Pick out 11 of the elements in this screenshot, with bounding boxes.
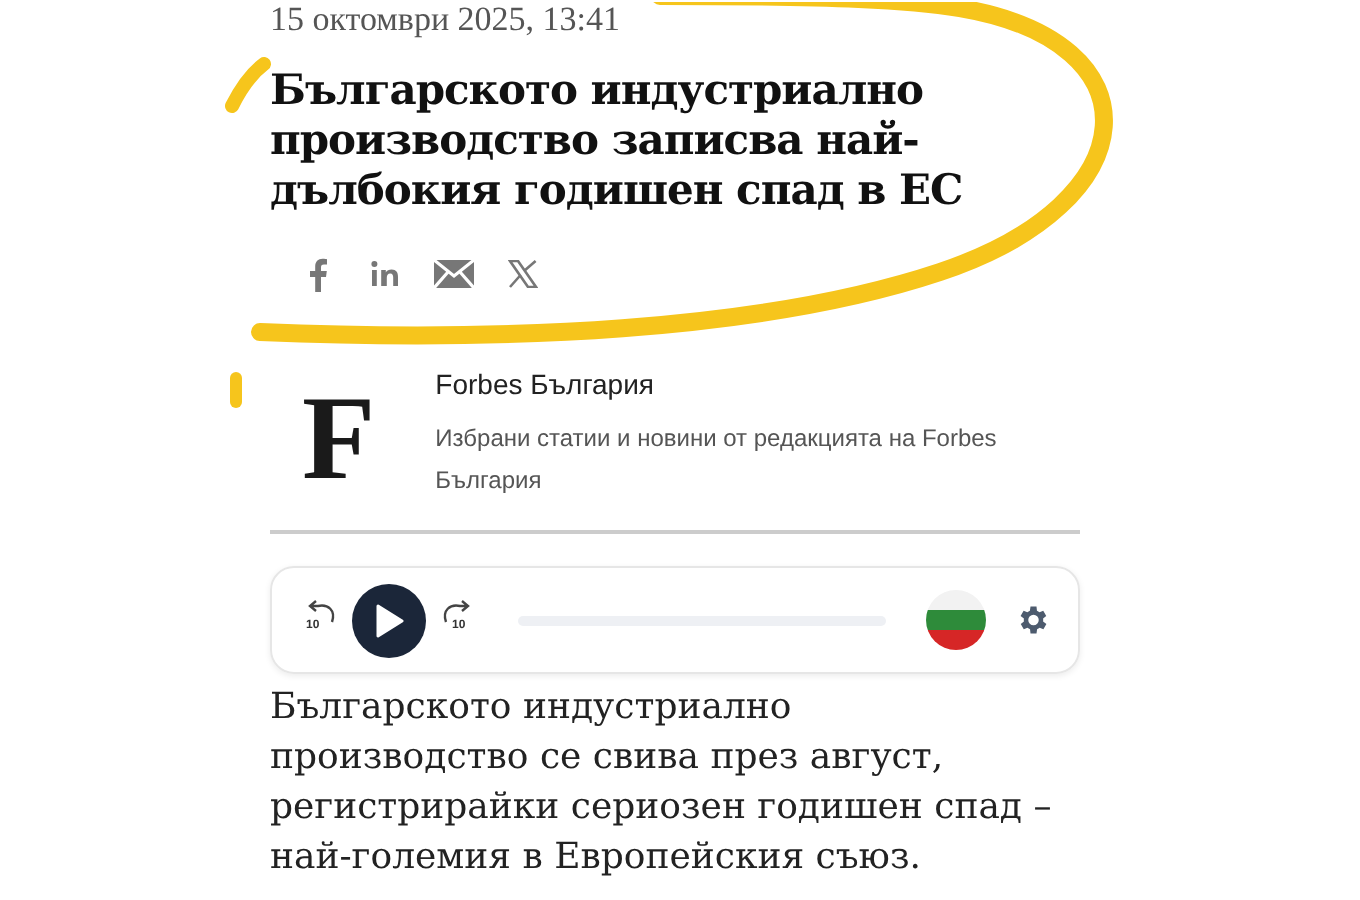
play-icon	[374, 603, 404, 637]
publisher-logo: F	[302, 378, 376, 502]
article-title: Българското индустриално производство записва най-дълбокия годишен спад в ЕС	[270, 64, 965, 214]
author-name[interactable]: Forbes България	[435, 364, 1080, 406]
play-button[interactable]	[352, 583, 426, 657]
article-date: 15 октомври 2025, 13:41	[270, 2, 623, 36]
email-icon[interactable]	[434, 254, 474, 294]
language-flag-icon[interactable]	[926, 590, 986, 650]
x-icon[interactable]	[502, 254, 542, 294]
article-lead: Българското индустриално производство се свива през август, регистрирайки сериозен годишен спад – най-големия в Европейския съюз.	[270, 684, 1054, 882]
author-description: Избрани статии и новини от редакцията на Forbes България	[435, 422, 999, 498]
